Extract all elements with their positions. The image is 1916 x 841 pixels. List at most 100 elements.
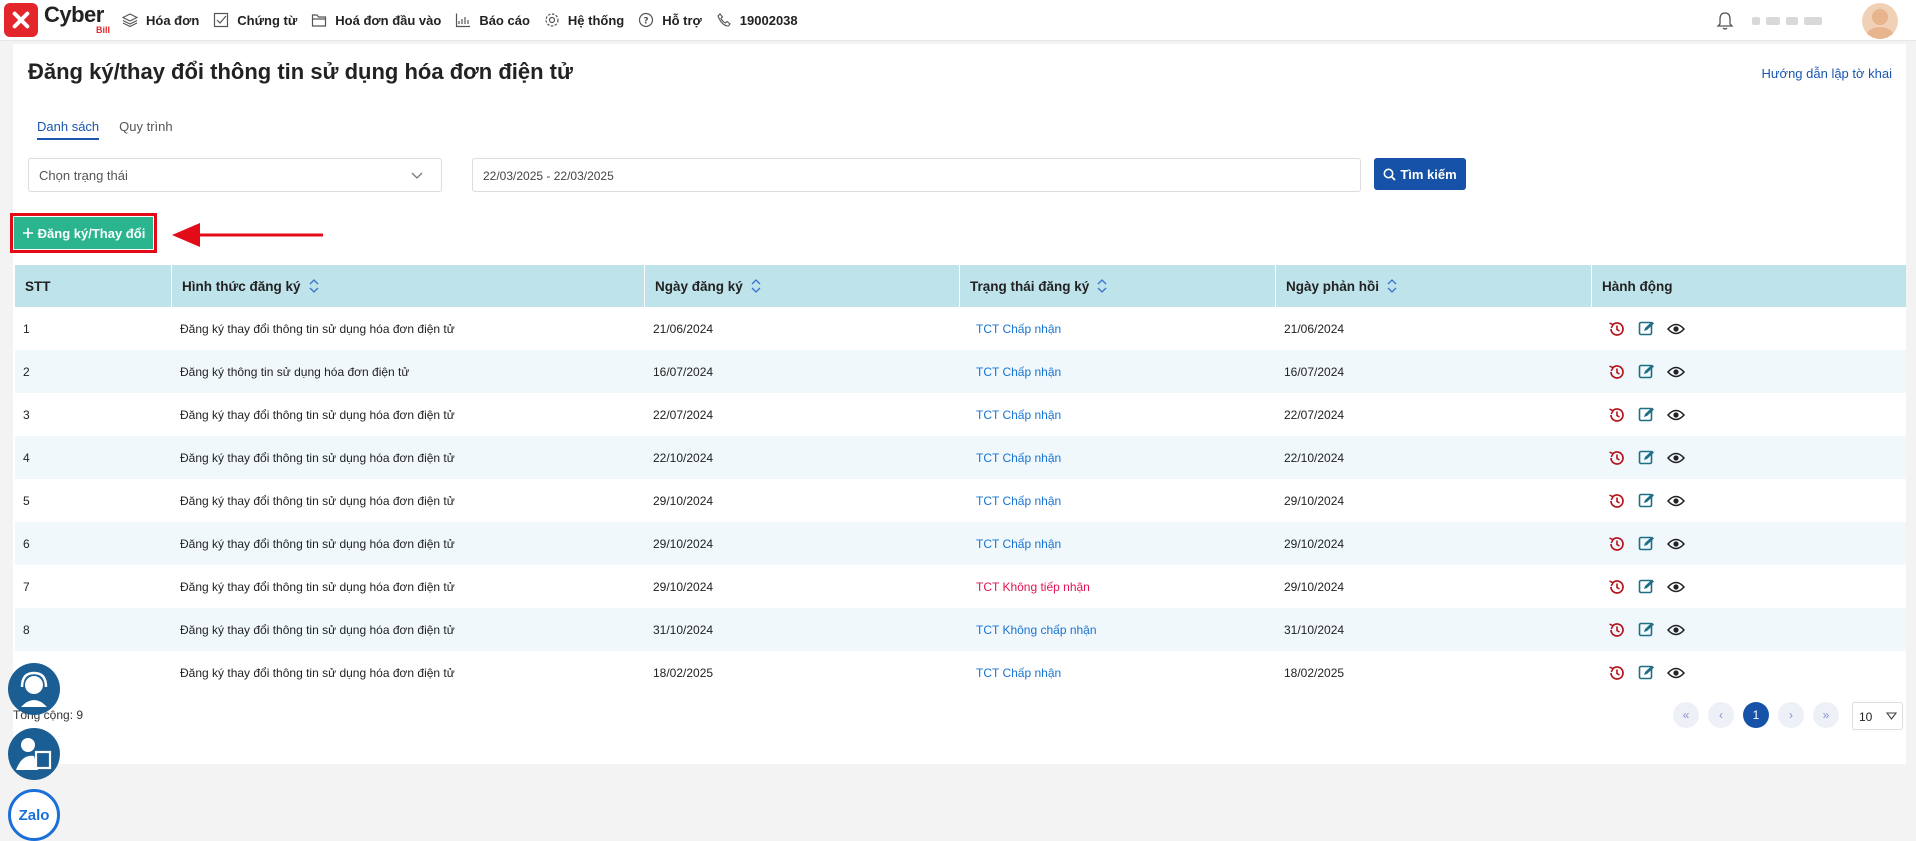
zalo-label: Zalo xyxy=(18,806,50,824)
page-button-current[interactable]: 1 xyxy=(1743,702,1769,728)
table-row: 7 Đăng ký thay đổi thông tin sử dụng hóa … xyxy=(15,565,1906,608)
cell-type: Đăng ký thay đổi thông tin sử dụng hóa đ… xyxy=(180,579,455,594)
nav-hotline[interactable]: 19002038 xyxy=(716,12,798,28)
status-select-placeholder: Chọn trạng thái xyxy=(39,168,128,183)
edit-icon[interactable] xyxy=(1638,406,1655,423)
table-row: 1 Đăng ký thay đổi thông tin sử dụng hóa … xyxy=(15,307,1906,350)
table-header: STT Hình thức đăng ký Ngày đăng ký Trạng… xyxy=(15,265,1906,307)
prev-page-button[interactable]: ‹ xyxy=(1708,702,1734,728)
table-row: 6 Đăng ký thay đổi thông tin sử dụng hóa … xyxy=(15,522,1906,565)
annotation-arrow-icon xyxy=(172,223,323,247)
history-icon[interactable] xyxy=(1608,449,1626,467)
cell-type: Đăng ký thay đổi thông tin sử dụng hóa đ… xyxy=(180,321,455,336)
sort-icon xyxy=(1097,279,1107,293)
nav-bao-cao[interactable]: Báo cáo xyxy=(455,12,530,28)
edit-icon[interactable] xyxy=(1638,578,1655,595)
date-range-input[interactable]: 22/03/2025 - 22/03/2025 xyxy=(472,158,1361,192)
avatar[interactable] xyxy=(1862,2,1898,39)
support-agent-button[interactable] xyxy=(8,663,60,715)
status-select[interactable]: Chọn trạng thái xyxy=(28,158,442,192)
first-page-button[interactable]: « xyxy=(1673,702,1699,728)
cell-reply-date: 16/07/2024 xyxy=(1284,364,1345,379)
edit-icon[interactable] xyxy=(1638,664,1655,681)
nav-hoa-don[interactable]: Hóa đơn xyxy=(122,12,199,28)
eye-icon[interactable] xyxy=(1667,537,1685,551)
cell-actions xyxy=(1592,436,1906,479)
cell-reg-date: 22/07/2024 xyxy=(653,407,714,422)
tab-quy-trinh[interactable]: Quy trình xyxy=(119,119,172,140)
nav-label: Hoá đơn đầu vào xyxy=(335,12,442,28)
top-navbar: Cyber Bill Hóa đơn Chứng từ Hoá đơn đầu … xyxy=(0,0,1916,41)
page-size-select[interactable]: 10 xyxy=(1852,702,1903,730)
cell-reg-date: 29/10/2024 xyxy=(653,536,714,551)
cyberbill-logo[interactable]: Cyber Bill xyxy=(4,1,122,39)
cell-reply-date: 18/02/2025 xyxy=(1284,665,1345,680)
search-icon xyxy=(1383,168,1396,181)
search-button[interactable]: Tìm kiếm xyxy=(1374,158,1466,190)
tab-danh-sach[interactable]: Danh sách xyxy=(37,119,100,140)
logo-sub: Bill xyxy=(96,25,111,35)
cell-type: Đăng ký thay đổi thông tin sử dụng hóa đ… xyxy=(180,493,455,508)
edit-icon[interactable] xyxy=(1638,363,1655,380)
edit-icon[interactable] xyxy=(1638,449,1655,466)
cell-status: TCT Chấp nhận xyxy=(976,321,1062,336)
nav-he-thong[interactable]: Hệ thống xyxy=(544,12,624,28)
eye-icon[interactable] xyxy=(1667,451,1685,465)
zalo-chat-button[interactable]: Zalo xyxy=(8,789,60,841)
history-icon[interactable] xyxy=(1608,621,1626,639)
cell-actions xyxy=(1592,565,1906,608)
eye-icon[interactable] xyxy=(1667,623,1685,637)
add-registration-button[interactable]: Đăng ký/Thay đổi xyxy=(14,217,153,249)
headset-icon xyxy=(20,671,48,707)
nav-label: Chứng từ xyxy=(237,12,298,28)
eye-icon[interactable] xyxy=(1667,666,1685,680)
edit-icon[interactable] xyxy=(1638,621,1655,638)
nav-label: Hóa đơn xyxy=(146,12,200,28)
add-button-label: Đăng ký/Thay đổi xyxy=(37,225,146,241)
cell-actions xyxy=(1592,350,1906,393)
main-nav: Hóa đơn Chứng từ Hoá đơn đầu vào Báo cáo… xyxy=(122,0,812,41)
eye-icon[interactable] xyxy=(1667,494,1685,508)
registration-table: STT Hình thức đăng ký Ngày đăng ký Trạng… xyxy=(15,265,1906,694)
main-card: Đăng ký/thay đổi thông tin sử dụng hóa đ… xyxy=(10,44,1906,764)
nav-chung-tu[interactable]: Chứng từ xyxy=(213,12,297,28)
eye-icon[interactable] xyxy=(1667,322,1685,336)
edit-icon[interactable] xyxy=(1638,535,1655,552)
history-icon[interactable] xyxy=(1608,492,1626,510)
cell-type: Đăng ký thay đổi thông tin sử dụng hóa đ… xyxy=(180,407,455,422)
user-guide-button[interactable] xyxy=(8,728,60,780)
cell-type: Đăng ký thông tin sử dụng hóa đơn điện t… xyxy=(180,364,410,379)
cell-type: Đăng ký thay đổi thông tin sử dụng hóa đ… xyxy=(180,622,455,637)
cell-stt: 4 xyxy=(23,450,30,465)
history-icon[interactable] xyxy=(1608,578,1626,596)
user-name-blurred xyxy=(1752,16,1822,25)
col-type[interactable]: Hình thức đăng ký xyxy=(172,265,645,307)
eye-icon[interactable] xyxy=(1667,580,1685,594)
cell-reply-date: 29/10/2024 xyxy=(1284,493,1345,508)
cell-actions xyxy=(1592,479,1906,522)
eye-icon[interactable] xyxy=(1667,408,1685,422)
history-icon[interactable] xyxy=(1608,363,1626,381)
edit-icon[interactable] xyxy=(1638,492,1655,509)
history-icon[interactable] xyxy=(1608,535,1626,553)
nav-ho-tro[interactable]: ? Hỗ trợ xyxy=(638,12,702,28)
edit-icon[interactable] xyxy=(1638,320,1655,337)
guide-link[interactable]: Hướng dẫn lập tờ khai xyxy=(1761,66,1892,81)
next-page-button[interactable]: › xyxy=(1778,702,1804,728)
history-icon[interactable] xyxy=(1608,664,1626,682)
cell-reg-date: 29/10/2024 xyxy=(653,493,714,508)
nav-hoa-don-dau-vao[interactable]: Hoá đơn đầu vào xyxy=(311,12,441,28)
col-reg-date[interactable]: Ngày đăng ký xyxy=(645,265,960,307)
col-reply-date[interactable]: Ngày phản hồi xyxy=(1276,265,1592,307)
col-reply-date-label: Ngày phản hồi xyxy=(1286,278,1380,294)
cell-status: TCT Không tiếp nhận xyxy=(976,579,1090,594)
history-icon[interactable] xyxy=(1608,406,1626,424)
eye-icon[interactable] xyxy=(1667,365,1685,379)
last-page-button[interactable]: » xyxy=(1813,702,1839,728)
bell-icon[interactable] xyxy=(1716,11,1734,31)
cell-reply-date: 29/10/2024 xyxy=(1284,536,1345,551)
nav-label: Báo cáo xyxy=(479,12,530,28)
col-status[interactable]: Trạng thái đăng ký xyxy=(960,265,1276,307)
cell-reg-date: 31/10/2024 xyxy=(653,622,714,637)
history-icon[interactable] xyxy=(1608,320,1626,338)
